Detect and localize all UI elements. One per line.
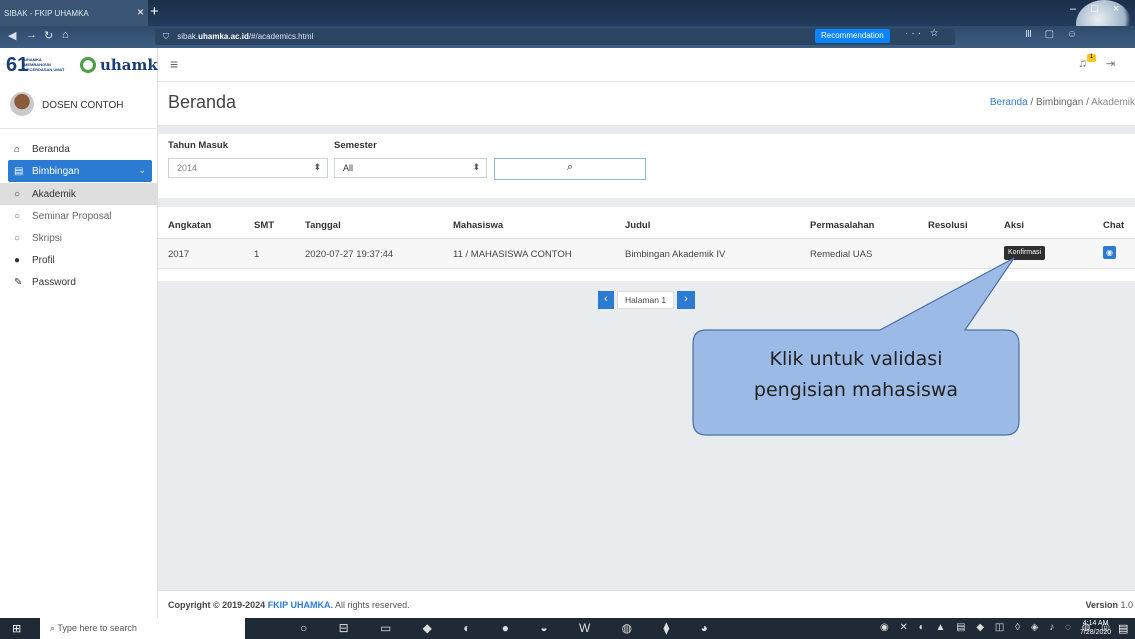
new-tab-icon[interactable]: + [150,3,159,20]
circle-icon: ○ [14,189,21,200]
select-arrow-icon: ⬍ [472,162,480,172]
chat-eye-icon[interactable]: ◉ [1103,246,1116,259]
version: Version 1.0 [1085,600,1133,610]
sidebar-item-password[interactable]: ✎ Password [0,271,158,293]
chevron-down-icon: ⌄ [138,165,146,175]
breadcrumb: Beranda / Bimbingan / Akademik [989,97,1135,108]
copyright: Copyright © 2019-2024 FKIP UHAMKA. All r… [168,600,410,610]
column-header: Tanggal [305,220,341,231]
browser-tab-bar: SIBAK - FKIP UHAMKA × + – □ × [0,0,1135,48]
recommendation-label: Recommendation [821,31,884,40]
taskbar-apps[interactable]: ○ ⊟ ▭ ◆ ◐ ● ◒ W ◍ ⧫ ◕ [300,621,722,635]
url-domain: uhamka.ac.id [198,32,249,41]
user-panel: DOSEN CONTOH [0,82,158,129]
page-label: Halaman 1 [617,291,674,309]
taskbar: ⊞ ⌕ Type here to search ○ ⊟ ▭ ◆ ◐ ● ◒ W … [0,618,1135,639]
column-header: Permasalahan [810,220,875,231]
emblem-icon [80,57,96,73]
footer: Copyright © 2019-2024 FKIP UHAMKA. All r… [158,590,1135,618]
url-prefix: sibak. [177,32,199,41]
url-path: /#/academics.html [248,32,314,41]
content-header: Beranda Beranda / Bimbingan / Akademik [158,82,1135,126]
breadcrumb-beranda[interactable]: Beranda [990,97,1028,108]
sidebar-item-beranda[interactable]: ⌂ Beranda [0,138,158,160]
column-header: Resolusi [928,220,968,231]
reload-icon[interactable]: ↻ [44,29,53,42]
tahun-masuk-input[interactable]: 2014 ⬍ [168,158,328,178]
logo[interactable]: 61 UHAMKA MEMBANGUN KECERDASAN UMAT uham… [0,48,168,82]
window-controls[interactable]: – □ × [1070,3,1125,15]
recommendation-button[interactable]: Recommendation [815,29,890,43]
back-icon[interactable]: ◀ [8,29,16,42]
avatar [10,92,34,116]
user-icon: ● [14,255,21,266]
browser-toolbar-icons[interactable]: Ⅲ ▢ ☺ [1025,29,1082,40]
page-title: Beranda [168,92,237,112]
data-table: Angkatan SMT Tanggal Mahasiswa Judul Per… [158,207,1135,281]
column-header: Judul [625,220,651,231]
tab-title: SIBAK - FKIP UHAMKA [4,9,89,18]
sidebar-item-profil[interactable]: ● Profil [0,249,158,271]
prev-page-button[interactable]: ‹ [598,291,614,309]
notification-badge: 1 [1087,54,1096,62]
cell-mahasiswa: 11 / MAHASISWA CONTOH [453,249,572,260]
page-actions[interactable]: ··· ☆ [905,28,942,39]
search-icon[interactable]: ⌕ [567,161,573,174]
sidebar-item-seminar-proposal[interactable]: ○ Seminar Proposal [0,205,158,227]
forward-icon[interactable]: → [26,29,37,41]
key-icon: ✎ [14,277,23,288]
cell-angkatan: 2017 [168,249,190,260]
tab-close-icon[interactable]: × [137,5,144,19]
logout-icon[interactable]: ⇥ [1106,57,1115,70]
search-input[interactable]: ⌕ [494,158,646,180]
sidebar-item-skripsi[interactable]: ○ Skripsi [0,227,158,249]
callout-text: Klik untuk validasi pengisian mahasiswa [753,348,959,401]
breadcrumb-bimbingan: Bimbingan [1036,97,1084,108]
cell-smt: 1 [254,249,260,260]
cell-permasalahan: Remedial UAS [810,249,873,260]
top-bar: ≡ ♫ 1 ⇥ [158,48,1135,82]
sidebar: DOSEN CONTOH ⌂ Beranda ▤ Bimbingan ⌄ ○ Akad… [0,82,158,618]
column-header: Angkatan [168,220,212,231]
spinner-icon[interactable]: ⬍ [313,162,321,173]
shield-icon: ⛉ [163,32,169,41]
semester-label: Semester [334,140,377,151]
next-page-button[interactable]: › [677,291,695,309]
sidebar-item-bimbingan[interactable]: ▤ Bimbingan ⌄ [8,160,152,182]
column-header: Chat [1103,220,1125,231]
konfirmasi-button[interactable]: Konfirmasi [1004,246,1046,260]
column-header: Mahasiswa [453,220,504,231]
home-icon: ⌂ [14,144,21,155]
cell-judul: Bimbingan Akademik IV [625,249,726,260]
browser-tab[interactable]: SIBAK - FKIP UHAMKA [0,0,148,26]
browser-nav-bar: ◀ → ↻ ⌂ ⛉ sibak.uhamka.ac.id/#/academics… [0,26,1135,48]
column-header: Aksi [1004,220,1025,231]
column-header: SMT [254,220,275,231]
windows-start-icon[interactable]: ⊞ [12,622,21,635]
user-name: DOSEN CONTOH [42,100,124,111]
clock[interactable]: 4:14 AM 7/28/2020 [1080,619,1111,637]
home-icon[interactable]: ⌂ [62,29,69,41]
circle-icon: ○ [14,211,21,222]
cell-tanggal: 2020-07-27 19:37:44 [305,249,394,260]
filter-card: Tahun Masuk 2014 ⬍ Semester All ⬍ ⌕ [158,134,1135,198]
system-tray[interactable]: ◉ ✕ ◐ ▲ ▤ ◆ ◫ ◊ ◈ ♪ ◌ ◍ ◎ [880,622,1114,633]
notification-center-icon[interactable]: ▤ [1118,622,1128,635]
semester-select[interactable]: All ⬍ [334,158,487,178]
breadcrumb-akademik: Akademik [1091,97,1135,108]
taskbar-search[interactable]: ⌕ Type here to search [40,618,245,639]
logo-tagline: UHAMKA MEMBANGUN KECERDASAN UMAT [24,57,65,72]
circle-icon: ○ [14,233,21,244]
bell-icon[interactable]: ♫ [1078,56,1087,70]
book-icon: ▤ [14,166,24,177]
hamburger-menu-icon[interactable]: ≡ [170,56,178,72]
tahun-masuk-label: Tahun Masuk [168,140,228,151]
table-row: 2017 1 2020-07-27 19:37:44 11 / MAHASISW… [158,239,1135,269]
sidebar-item-akademik[interactable]: ○ Akademik [0,183,158,205]
footer-brand-link[interactable]: FKIP UHAMKA. [268,600,333,610]
